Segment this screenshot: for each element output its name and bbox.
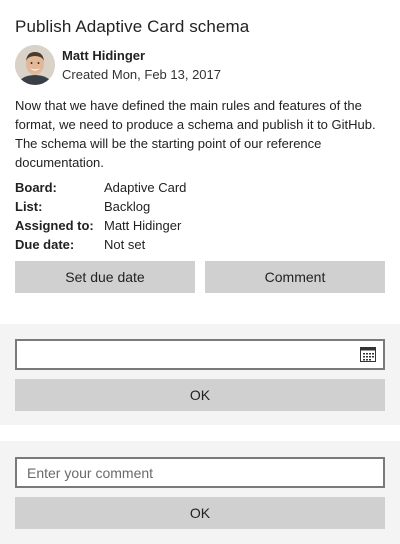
fact-row-assigned: Assigned to: Matt Hidinger <box>15 216 186 235</box>
fact-row-due-date: Due date: Not set <box>15 235 186 254</box>
fact-value: Not set <box>104 237 146 252</box>
fact-row-list: List: Backlog <box>15 197 186 216</box>
comment-input[interactable] <box>15 457 385 488</box>
fact-value: Adaptive Card <box>104 180 187 195</box>
due-date-ok-button[interactable]: OK <box>15 379 385 411</box>
card-description: Now that we have defined the main rules … <box>15 98 376 170</box>
author-name: Matt Hidinger <box>62 48 146 63</box>
due-date-panel: OK <box>0 324 400 425</box>
comment-button[interactable]: Comment <box>205 261 385 293</box>
set-due-date-button[interactable]: Set due date <box>15 261 195 293</box>
fact-key: Board: <box>15 180 57 195</box>
fact-key: Due date: <box>15 237 75 252</box>
created-date: Created Mon, Feb 13, 2017 <box>62 67 221 82</box>
fact-set: Board: Adaptive Card List: Backlog Assig… <box>15 178 186 254</box>
card-title: Publish Adaptive Card schema <box>15 17 250 36</box>
calendar-icon[interactable] <box>360 347 376 367</box>
fact-row-board: Board: Adaptive Card <box>15 178 186 197</box>
fact-value: Matt Hidinger <box>104 218 182 233</box>
comment-panel: OK <box>0 441 400 544</box>
fact-value: Backlog <box>104 199 151 214</box>
avatar-photo <box>15 45 55 85</box>
date-input[interactable] <box>15 339 385 370</box>
comment-ok-button[interactable]: OK <box>15 497 385 529</box>
fact-key: Assigned to: <box>15 218 94 233</box>
fact-key: List: <box>15 199 43 214</box>
avatar <box>15 45 55 85</box>
